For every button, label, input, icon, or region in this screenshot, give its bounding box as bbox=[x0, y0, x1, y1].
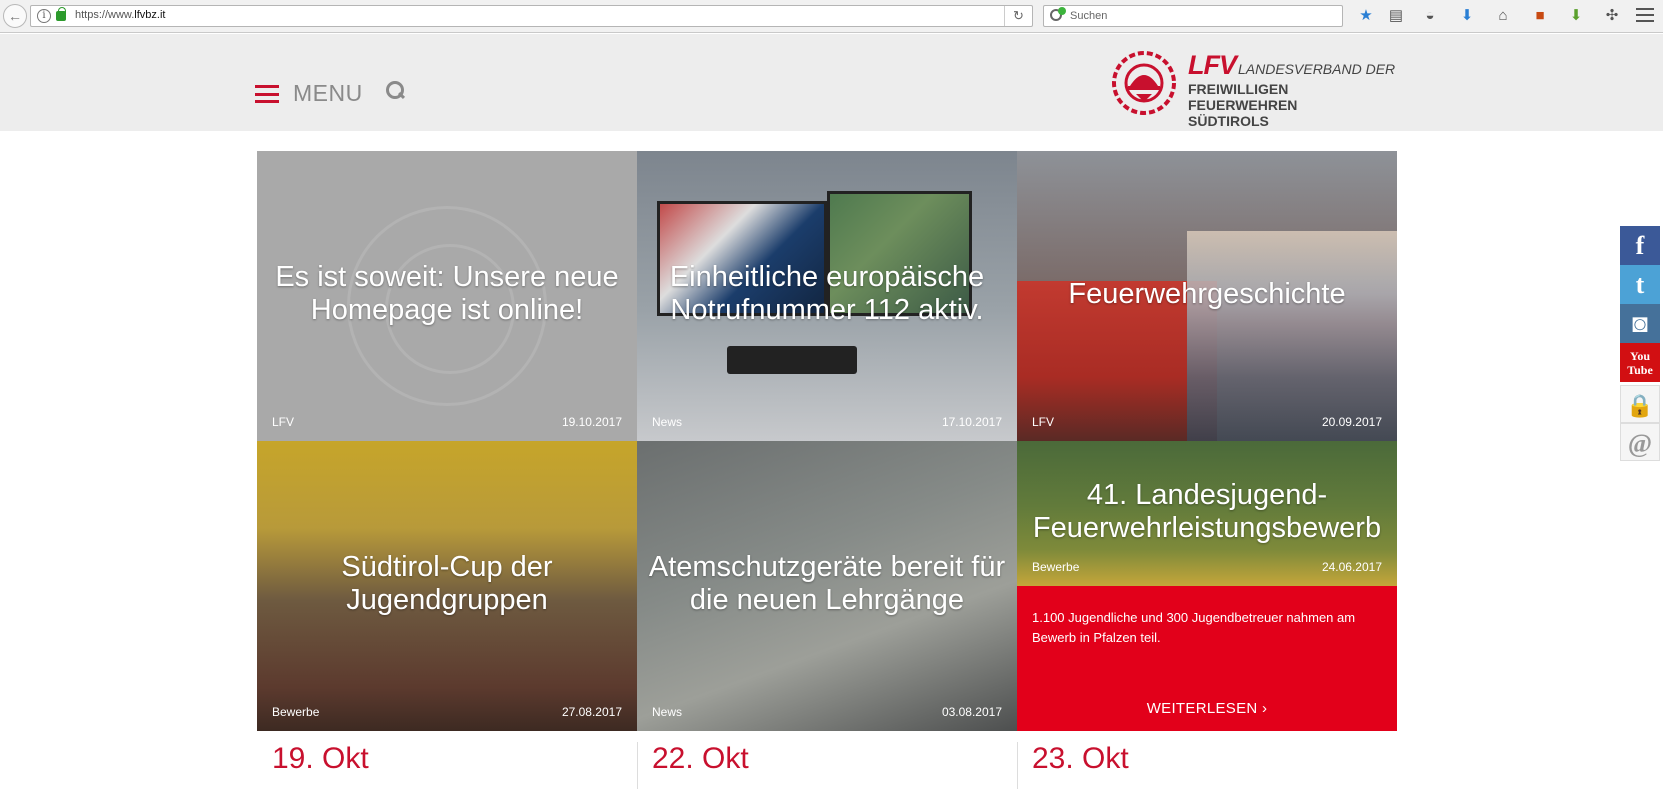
addon-puzzle-icon[interactable]: ✣ bbox=[1602, 6, 1622, 26]
twitter-icon[interactable]: t bbox=[1620, 265, 1660, 304]
tile-category: News bbox=[652, 415, 683, 429]
site-info-icon[interactable]: i bbox=[37, 9, 51, 23]
logo-line3: SÜDTIROLS bbox=[1188, 113, 1269, 129]
extension-icon[interactable]: ■ bbox=[1530, 6, 1550, 26]
pocket-icon[interactable]: ◒ bbox=[1420, 6, 1440, 26]
news-tile[interactable]: Südtirol-Cup der Jugendgruppen Bewerbe 2… bbox=[257, 441, 637, 731]
tile-title: Feuerwehrgeschichte bbox=[1068, 278, 1346, 310]
downloads-icon[interactable]: ⬇ bbox=[1457, 6, 1477, 26]
event-column[interactable]: 22. Okt bbox=[652, 742, 749, 789]
read-more-link[interactable]: WEITERLESEN › bbox=[1017, 700, 1397, 717]
logo-line2: FREIWILLIGEN FEUERWEHREN bbox=[1188, 81, 1298, 113]
keyboard-image bbox=[727, 346, 857, 374]
news-tile[interactable]: Einheitliche europäische Notrufnummer 11… bbox=[637, 151, 1017, 441]
address-bar[interactable]: i https://www.lfvbz.it ↻ bbox=[30, 5, 1033, 27]
back-arrow-icon[interactable]: ← bbox=[3, 4, 27, 28]
tile-category: Bewerbe bbox=[272, 705, 320, 719]
search-placeholder: Suchen bbox=[1070, 10, 1108, 22]
youtube-icon[interactable]: You Tube bbox=[1620, 343, 1660, 382]
event-date: 23. Okt bbox=[1032, 742, 1129, 775]
news-teaser: 1.100 Jugendliche und 300 Jugendbetreuer… bbox=[1017, 586, 1397, 731]
site-header: MENU LFV LANDESVERBAND DER FREIWILLIGEN F… bbox=[0, 34, 1663, 131]
browser-toolbar: ← i https://www.lfvbz.it ↻ Suchen ★ ▤ ◒ … bbox=[0, 0, 1663, 33]
lock-icon bbox=[56, 7, 66, 21]
url-text: https://www.lfvbz.it bbox=[75, 9, 166, 21]
read-more-label: WEITERLESEN bbox=[1146, 700, 1258, 717]
browser-menu-icon[interactable] bbox=[1636, 8, 1654, 22]
event-column[interactable]: 19. Okt bbox=[272, 742, 369, 789]
divider bbox=[1017, 742, 1018, 789]
tile-date: 20.09.2017 bbox=[1321, 415, 1382, 429]
people-image bbox=[1187, 231, 1397, 441]
login-lock-icon[interactable]: 🔒 bbox=[1620, 385, 1660, 423]
teaser-text: 1.100 Jugendliche und 300 Jugendbetreuer… bbox=[1032, 610, 1356, 645]
search-icon[interactable] bbox=[386, 81, 404, 99]
logo-line1: LANDESVERBAND DER bbox=[1238, 61, 1396, 77]
tile-category: LFV bbox=[1032, 415, 1055, 429]
event-date: 19. Okt bbox=[272, 742, 369, 775]
tile-date: 27.08.2017 bbox=[561, 705, 622, 719]
menu-button[interactable]: MENU bbox=[255, 80, 363, 107]
tile-date: 03.08.2017 bbox=[941, 705, 1002, 719]
emblem-icon bbox=[1112, 51, 1176, 115]
tile-date: 17.10.2017 bbox=[941, 415, 1002, 429]
news-tile[interactable]: 41. Landesjugend-Feuerwehrleistungsbewer… bbox=[1017, 441, 1397, 586]
tile-category: News bbox=[652, 705, 683, 719]
tile-title: Südtirol-Cup der Jugendgruppen bbox=[341, 551, 553, 616]
logo-lfv: LFV bbox=[1188, 50, 1237, 80]
home-icon[interactable]: ⌂ bbox=[1493, 6, 1513, 26]
news-tile[interactable]: Es ist soweit: Unsere neue Homepage ist … bbox=[257, 151, 637, 441]
bookmark-star-icon[interactable]: ★ bbox=[1356, 6, 1376, 26]
contact-email-icon[interactable]: @ bbox=[1620, 423, 1660, 461]
social-sidebar: f t ◙ You Tube 🔒 @ bbox=[1620, 226, 1660, 461]
tile-category: LFV bbox=[272, 415, 295, 429]
menu-label: MENU bbox=[293, 80, 363, 106]
tile-title: Atemschutzgeräte bereit für die neuen Le… bbox=[648, 551, 1006, 616]
site-logo[interactable]: LFV LANDESVERBAND DER FREIWILLIGEN FEUERW… bbox=[1106, 50, 1396, 129]
news-tile[interactable]: Atemschutzgeräte bereit für die neuen Le… bbox=[637, 441, 1017, 731]
bookmarks-list-icon[interactable]: ▤ bbox=[1386, 6, 1406, 26]
instagram-icon[interactable]: ◙ bbox=[1620, 304, 1660, 343]
tile-title: Es ist soweit: Unsere neue Homepage ist … bbox=[275, 261, 619, 326]
event-date: 22. Okt bbox=[652, 742, 749, 775]
tile-title: 41. Landesjugend-Feuerwehrleistungsbewer… bbox=[1032, 479, 1382, 544]
tile-title: Einheitliche europäische Notrufnummer 11… bbox=[669, 261, 985, 326]
divider bbox=[637, 742, 638, 789]
reload-icon[interactable]: ↻ bbox=[1004, 6, 1032, 26]
chevron-right-icon: › bbox=[1262, 700, 1268, 717]
hamburger-icon bbox=[255, 84, 279, 103]
tile-date: 19.10.2017 bbox=[561, 415, 622, 429]
facebook-icon[interactable]: f bbox=[1620, 226, 1660, 265]
event-column[interactable]: 23. Okt bbox=[1032, 742, 1129, 789]
tile-category: Bewerbe bbox=[1032, 560, 1080, 574]
tile-date: 24.06.2017 bbox=[1321, 560, 1382, 574]
addon-download-icon[interactable]: ⬇ bbox=[1566, 6, 1586, 26]
add-search-icon bbox=[1058, 7, 1066, 15]
news-tile[interactable]: Feuerwehrgeschichte LFV 20.09.2017 bbox=[1017, 151, 1397, 441]
browser-search-input[interactable]: Suchen bbox=[1043, 5, 1343, 27]
